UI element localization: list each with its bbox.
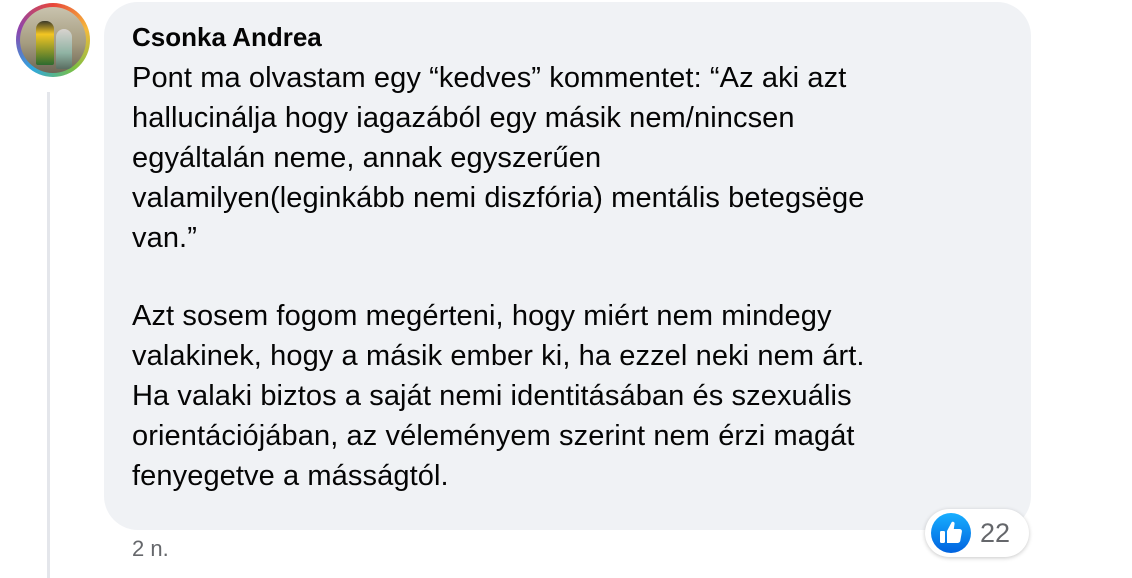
thread-line [47,92,50,578]
reaction-summary[interactable]: 22 [925,509,1029,557]
comment-author-name[interactable]: Csonka Andrea [132,22,322,53]
comment-line: valamilyen(leginkább nemi diszfória) men… [132,182,865,214]
comment-line: valakinek, hogy a másik ember ki, ha ezz… [132,340,865,372]
avatar[interactable] [16,3,90,77]
comment-line: van.” [132,222,197,254]
comment-line: orientációjában, az véleményem szerint n… [132,420,855,452]
comment-line: egyáltalán neme, annak egyszerűen [132,142,602,174]
like-icon [931,513,971,553]
comment-line: Ha valaki biztos a saját nemi identitásá… [132,380,852,412]
comment-line: Azt sosem fogom megérteni, hogy miért ne… [132,300,832,332]
avatar-figure-left [36,21,54,65]
comment-paragraph-2: Azt sosem fogom megérteni, hogy miért ne… [132,296,1012,496]
comment-line: hallucinálja hogy iagazából egy másik ne… [132,102,795,134]
comment-paragraph-1: Pont ma olvastam egy “kedves” kommentet:… [132,58,1012,258]
comment-line: fenyegetve a másságtól. [132,460,449,492]
avatar-figure-right [56,29,72,69]
comment-line: Pont ma olvastam egy “kedves” kommentet:… [132,62,847,94]
comment-timestamp[interactable]: 2 n. [132,536,169,562]
avatar-photo [20,7,86,73]
reaction-count: 22 [980,517,1011,548]
